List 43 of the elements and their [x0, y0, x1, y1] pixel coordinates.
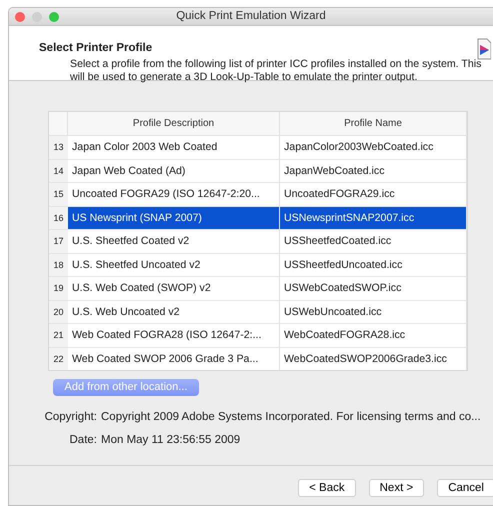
zoom-button[interactable]: [49, 12, 59, 22]
minimize-button[interactable]: [32, 12, 42, 22]
table-cell[interactable]: U.S. Sheetfed Coated v2: [68, 230, 280, 254]
close-button[interactable]: [15, 12, 25, 22]
row-number: 17: [49, 230, 68, 254]
back-button[interactable]: < Back: [298, 478, 356, 496]
section-title: Select Printer Profile: [39, 42, 152, 54]
row-number: 20: [49, 300, 68, 324]
cancel-button[interactable]: Cancel: [437, 478, 493, 496]
table-cell[interactable]: Japan Web Coated (Ad): [68, 160, 280, 183]
table-cell[interactable]: USNewsprintSNAP2007.icc: [280, 206, 467, 230]
table-cell[interactable]: WebCoatedSWOP2006Grade3.icc: [280, 348, 467, 370]
column-header[interactable]: Profile Name: [280, 112, 467, 136]
table-cell[interactable]: USSheetfedUncoated.icc: [280, 254, 467, 277]
row-number: 21: [49, 324, 68, 348]
table-cell[interactable]: JapanColor2003WebCoated.icc: [280, 136, 467, 160]
detail-value: Copyright 2009 Adobe Systems Incorporated. For licensing terms and co...: [101, 410, 482, 424]
table-cell[interactable]: US Newsprint (SNAP 2007): [68, 206, 280, 230]
row-number: 13: [49, 136, 68, 160]
table-cell[interactable]: U.S. Sheetfed Uncoated v2: [68, 254, 280, 277]
detail-label: Date:: [68, 432, 97, 448]
row-number: 18: [49, 254, 68, 277]
table-cell[interactable]: USSheetfedCoated.icc: [280, 230, 467, 254]
row-number: 19: [49, 277, 68, 300]
table-cell[interactable]: Japan Color 2003 Web Coated: [68, 136, 280, 160]
table-cell[interactable]: WebCoatedFOGRA28.icc: [280, 324, 467, 348]
window-title: Quick Print Emulation Wizard: [176, 8, 326, 24]
detail-value: Mon May 11 23:56:55 2009: [101, 432, 242, 448]
row-number: 22: [49, 348, 68, 370]
next-button[interactable]: Next >: [368, 478, 424, 496]
table-cell[interactable]: Web Coated FOGRA28 (ISO 12647-2:...: [68, 324, 280, 348]
section-description: Select a profile from the following list of printer ICC profiles installed on the system. This will be used to generate a 3D Look-Up-Table to emulate the printer output.: [69, 58, 482, 84]
row-number: 16: [49, 206, 68, 230]
table-cell[interactable]: Web Coated SWOP 2006 Grade 3 Pa...: [68, 348, 280, 370]
column-header[interactable]: Profile Description: [68, 112, 280, 136]
table-cell[interactable]: USWebCoatedSWOP.icc: [280, 277, 467, 300]
row-number: 15: [49, 183, 68, 206]
table-cell[interactable]: JapanWebCoated.icc: [280, 160, 467, 183]
table-cell[interactable]: U.S. Web Coated (SWOP) v2: [68, 277, 280, 300]
table-cell[interactable]: USWebUncoated.icc: [280, 300, 467, 324]
row-number: 14: [49, 160, 68, 183]
detail-label: Copyright:: [44, 410, 97, 424]
table-cell[interactable]: U.S. Web Uncoated v2: [68, 300, 280, 324]
